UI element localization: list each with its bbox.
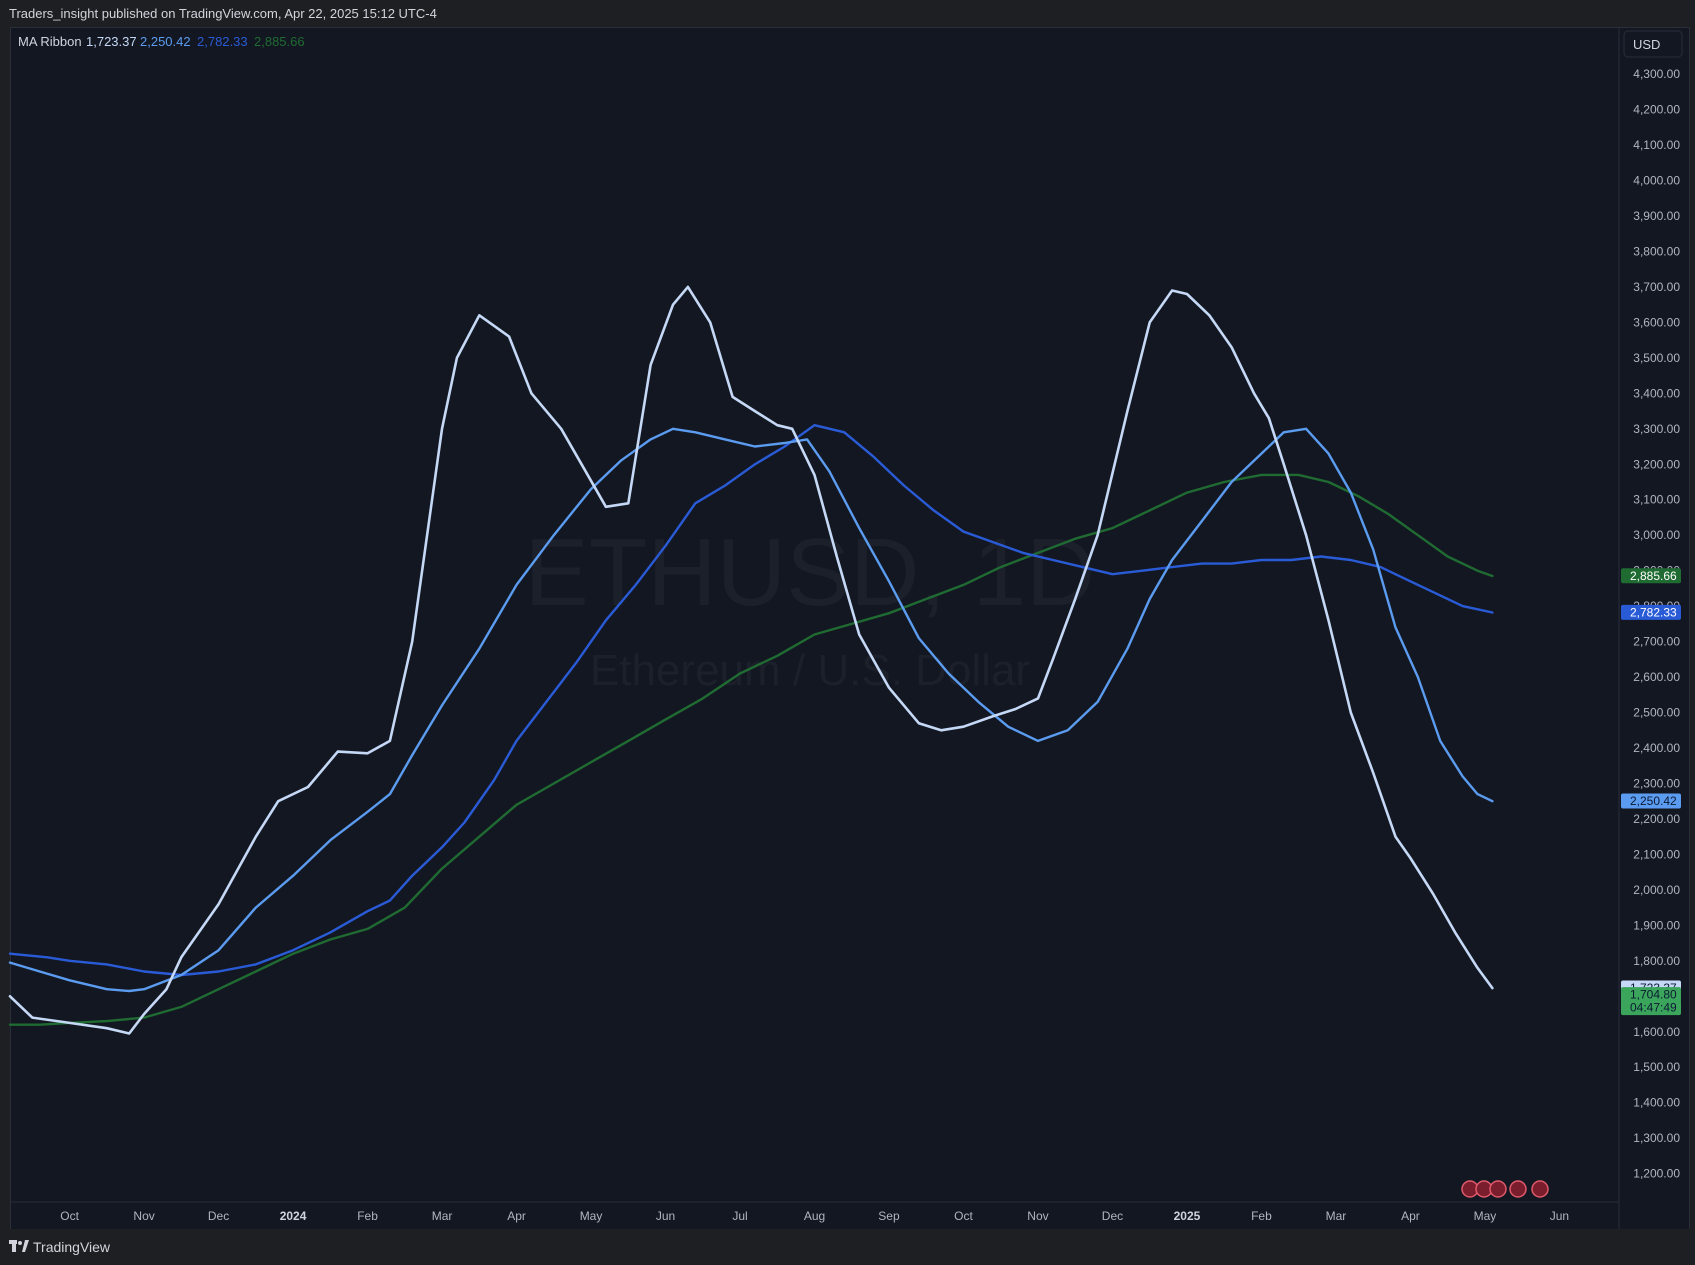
time-tick-label: Jun: [656, 1209, 675, 1223]
price-tick-label: 2,000.00: [1633, 883, 1680, 897]
legend[interactable]: MA Ribbon 1,723.37 2,250.42 2,782.33 2,8…: [18, 34, 305, 49]
price-badge-text: 04:47:49: [1630, 1001, 1677, 1015]
price-tick-label: 1,400.00: [1633, 1096, 1680, 1110]
footer-brand: TradingView: [33, 1239, 111, 1255]
time-tick-label: Jun: [1550, 1209, 1569, 1223]
price-badge-text: 2,250.42: [1630, 794, 1677, 808]
watermark-symbol: ETHUSD, 1D: [525, 519, 1096, 626]
price-tick-label: 1,300.00: [1633, 1131, 1680, 1145]
event-flag-icon: [1489, 1180, 1507, 1198]
time-tick-label: Sep: [878, 1209, 900, 1223]
ma-series-line-3: [8, 424, 1494, 977]
price-badge: 2,885.66: [1621, 568, 1681, 584]
tradingview-logo-icon: [9, 1240, 29, 1252]
time-tick-label: Jul: [732, 1209, 747, 1223]
price-tick-label: 2,400.00: [1633, 741, 1680, 755]
price-tick-label: 2,100.00: [1633, 847, 1680, 861]
time-tick-label: May: [1474, 1209, 1497, 1223]
price-tick-label: 4,200.00: [1633, 103, 1680, 117]
price-tick-label: 1,500.00: [1633, 1060, 1680, 1074]
price-tick-label: 3,900.00: [1633, 209, 1680, 223]
legend-value-4: 2,885.66: [254, 34, 305, 49]
time-tick-label: May: [580, 1209, 603, 1223]
price-badge: 2,250.42: [1621, 793, 1681, 809]
event-flag-icon: [1531, 1180, 1549, 1198]
time-tick-label: Dec: [208, 1209, 229, 1223]
currency-label[interactable]: USD: [1633, 37, 1660, 52]
time-tick-label: Dec: [1102, 1209, 1123, 1223]
legend-value-1: 1,723.37: [86, 34, 137, 49]
time-tick-label: Apr: [507, 1209, 526, 1223]
price-tick-label: 3,000.00: [1633, 528, 1680, 542]
currency-button[interactable]: USD: [1623, 30, 1683, 58]
time-tick-label: Oct: [60, 1209, 79, 1223]
price-badge: 04:47:49: [1621, 1000, 1681, 1016]
event-markers[interactable]: [1461, 1180, 1549, 1198]
time-axis[interactable]: Oct Nov Dec 2024 Feb Mar Apr May Jun Jul Aug Sep Oct…: [60, 1209, 1569, 1223]
legend-indicator-name[interactable]: MA Ribbon: [18, 34, 82, 49]
time-tick-label: Mar: [432, 1209, 453, 1223]
ma-series-line-2: [8, 427, 1494, 993]
price-tick-label: 4,000.00: [1633, 174, 1680, 188]
price-tick-label: 3,100.00: [1633, 493, 1680, 507]
footer: TradingView: [0, 1229, 1695, 1265]
time-tick-label: Feb: [357, 1209, 378, 1223]
price-tick-label: 1,200.00: [1633, 1167, 1680, 1181]
price-tick-label: 3,600.00: [1633, 315, 1680, 329]
price-tick-label: 2,700.00: [1633, 635, 1680, 649]
time-tick-label: Nov: [1027, 1209, 1048, 1223]
time-tick-label: Oct: [954, 1209, 973, 1223]
time-tick-label: 2024: [280, 1209, 307, 1223]
price-tick-label: 3,200.00: [1633, 457, 1680, 471]
price-chart[interactable]: ETHUSD, 1D Ethereum / U.S. Dollar 4,300.…: [0, 0, 1695, 1265]
time-tick-label: Mar: [1326, 1209, 1347, 1223]
price-tick-label: 2,200.00: [1633, 812, 1680, 826]
event-flag-icon: [1509, 1180, 1527, 1198]
time-tick-label: Nov: [133, 1209, 154, 1223]
watermark: ETHUSD, 1D Ethereum / U.S. Dollar: [525, 519, 1096, 695]
legend-value-2: 2,250.42: [140, 34, 191, 49]
price-tick-label: 4,100.00: [1633, 138, 1680, 152]
price-tick-label: 4,300.00: [1633, 67, 1680, 81]
price-tick-label: 1,800.00: [1633, 954, 1680, 968]
price-tick-label: 1,600.00: [1633, 1025, 1680, 1039]
price-tick-label: 2,300.00: [1633, 776, 1680, 790]
price-tick-label: 3,400.00: [1633, 386, 1680, 400]
legend-value-3: 2,782.33: [197, 34, 248, 49]
price-badge-text: 2,782.33: [1630, 605, 1677, 619]
time-tick-label: Feb: [1251, 1209, 1272, 1223]
time-tick-label: 2025: [1174, 1209, 1201, 1223]
price-tick-label: 3,800.00: [1633, 244, 1680, 258]
price-tick-label: 3,700.00: [1633, 280, 1680, 294]
price-badge-text: 2,885.66: [1630, 569, 1677, 583]
price-tick-label: 2,500.00: [1633, 706, 1680, 720]
price-badge-text: 1,704.80: [1630, 988, 1677, 1002]
price-tick-label: 2,600.00: [1633, 670, 1680, 684]
time-tick-label: Aug: [804, 1209, 825, 1223]
price-tick-label: 3,500.00: [1633, 351, 1680, 365]
price-tick-label: 1,900.00: [1633, 918, 1680, 932]
price-badge: 2,782.33: [1621, 604, 1681, 620]
price-tick-label: 3,300.00: [1633, 422, 1680, 436]
time-tick-label: Apr: [1401, 1209, 1420, 1223]
